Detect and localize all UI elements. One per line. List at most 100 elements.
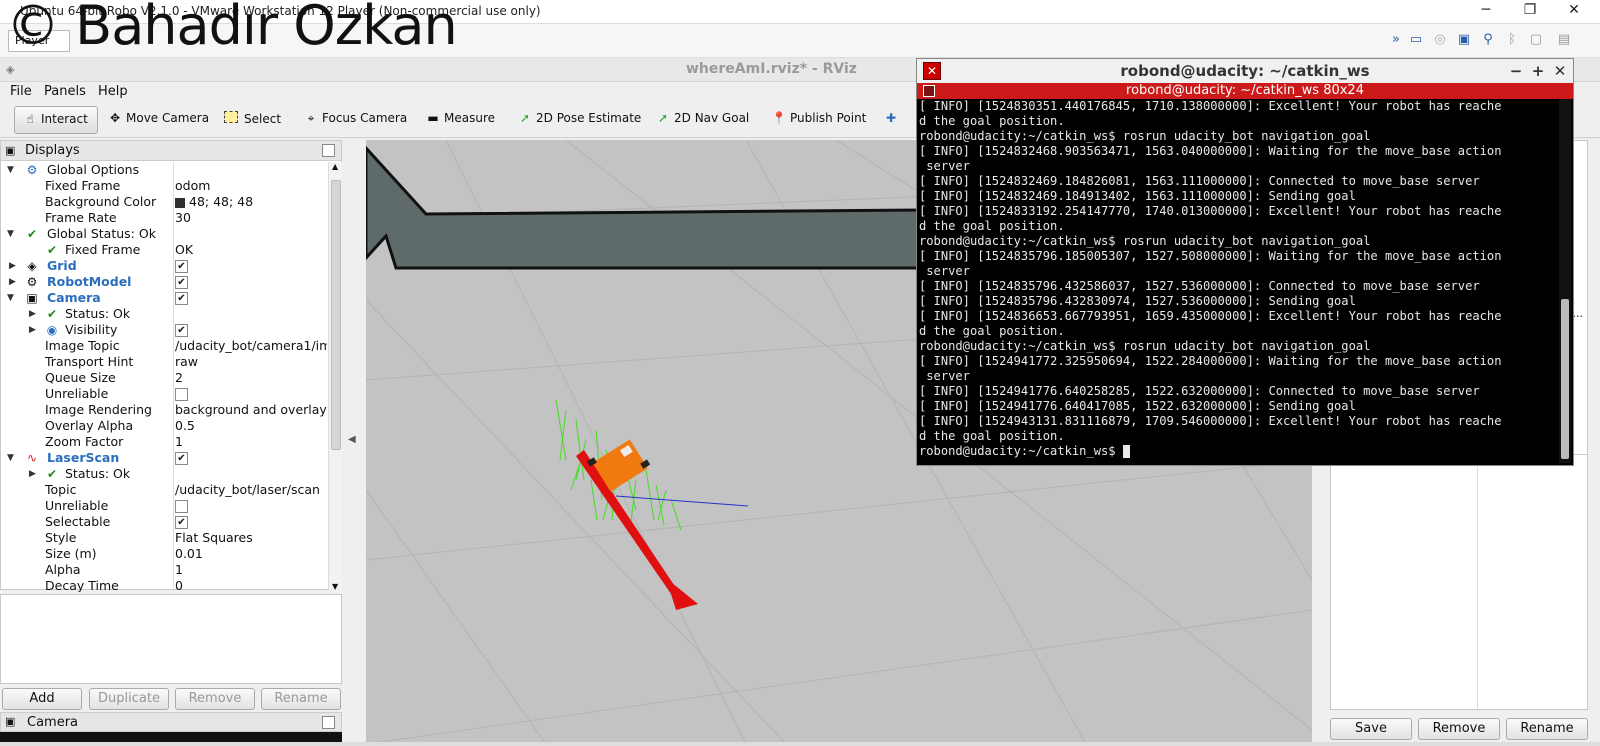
add-button[interactable]: Add: [2, 688, 82, 710]
terminal-output[interactable]: [ INFO] [1524830351.440176845, 1710.1380…: [917, 99, 1557, 463]
tree-row-image-rendering[interactable]: Image Rendering background and overlay: [1, 402, 327, 418]
overlay-alpha-value[interactable]: 0.5: [175, 418, 327, 434]
tree-row-overlay-alpha[interactable]: Overlay Alpha 0.5: [1, 418, 327, 434]
tree-row-laserscan[interactable]: ▼ ∿ LaserScan ✔: [1, 450, 327, 466]
terminal-tab[interactable]: robond@udacity: ~/catkin_ws 80x24: [917, 83, 1573, 99]
tree-row-style[interactable]: Style Flat Squares: [1, 530, 327, 546]
camera-undock-checkbox[interactable]: [322, 716, 335, 729]
terminal-minimize-icon[interactable]: −: [1505, 59, 1527, 83]
decay-time-value[interactable]: 0: [175, 578, 327, 592]
focus-camera-label: Focus Camera: [322, 111, 408, 125]
camera-checkbox[interactable]: ✔: [175, 292, 188, 305]
tree-row-background-color[interactable]: Background Color 48; 48; 48: [1, 194, 327, 210]
unreliable-checkbox[interactable]: [175, 388, 188, 401]
usb-icon[interactable]: ⚲: [1480, 32, 1496, 48]
grid-checkbox[interactable]: ✔: [175, 260, 188, 273]
tree-row-selectable[interactable]: Selectable ✔: [1, 514, 327, 530]
tree-row-camera-status[interactable]: ▶ ✔ Status: Ok: [1, 306, 327, 322]
size-value[interactable]: 0.01: [175, 546, 327, 562]
network-icon[interactable]: ▣: [1456, 32, 1472, 48]
tree-row-image-topic[interactable]: Image Topic/udacity_bot/camera1/im...: [1, 338, 327, 354]
tree-row-alpha[interactable]: Alpha 1: [1, 562, 327, 578]
move-camera-tool[interactable]: ✥ Move Camera: [100, 106, 215, 134]
message-icon[interactable]: ▤: [1556, 32, 1572, 48]
terminal-scrollbar[interactable]: [1559, 99, 1571, 463]
transport-hint-value[interactable]: raw: [175, 354, 327, 370]
tree-row-zoom-factor[interactable]: Zoom Factor 1: [1, 434, 327, 450]
fast-forward-icon[interactable]: »: [1388, 32, 1404, 48]
image-rendering-value[interactable]: background and overlay: [175, 402, 327, 418]
hard-disk-icon[interactable]: ▭: [1408, 32, 1424, 48]
menu-file[interactable]: File: [10, 84, 32, 99]
visibility-checkbox[interactable]: ✔: [175, 324, 188, 337]
nav-goal-tool[interactable]: ➚ 2D Nav Goal: [648, 106, 755, 134]
maximize-icon[interactable]: ❐: [1518, 2, 1542, 18]
remove-button[interactable]: Remove: [175, 688, 255, 710]
menu-panels[interactable]: Panels: [44, 84, 86, 99]
tree-row-decay-time[interactable]: Decay Time 0: [1, 578, 327, 592]
add-tool-icon[interactable]: ✚: [880, 106, 902, 134]
queue-size-value[interactable]: 2: [175, 370, 327, 386]
terminal-window[interactable]: ✕ robond@udacity: ~/catkin_ws − + ✕ robo…: [916, 58, 1574, 466]
tree-row-size[interactable]: Size (m) 0.01: [1, 546, 327, 562]
panel-splitter[interactable]: ◀: [342, 140, 364, 744]
menu-help[interactable]: Help: [98, 84, 128, 99]
collapse-left-icon[interactable]: ◀: [348, 434, 356, 445]
publish-point-tool[interactable]: 📍 Publish Point: [764, 106, 872, 134]
displays-scrollbar[interactable]: ▲ ▼: [328, 162, 342, 591]
ls-unreliable-checkbox[interactable]: [175, 500, 188, 513]
save-view-button[interactable]: Save: [1330, 718, 1412, 740]
pose-estimate-tool[interactable]: ➚ 2D Pose Estimate: [510, 106, 647, 134]
display-icon[interactable]: ▢: [1528, 32, 1544, 48]
tree-row-gs-fixed-frame[interactable]: ✔ Fixed Frame OK: [1, 242, 327, 258]
rename-button[interactable]: Rename: [261, 688, 341, 710]
duplicate-button[interactable]: Duplicate: [89, 688, 169, 710]
tree-row-robot-model[interactable]: ▶ ⚙ RobotModel ✔: [1, 274, 327, 290]
cd-icon[interactable]: ◎: [1432, 32, 1448, 48]
style-value[interactable]: Flat Squares: [175, 530, 327, 546]
measure-tool[interactable]: ▬ Measure: [418, 106, 501, 134]
tree-row-fixed-frame[interactable]: Fixed Frame odom: [1, 178, 327, 194]
laserscan-checkbox[interactable]: ✔: [175, 452, 188, 465]
tree-row-transport-hint[interactable]: Transport Hint raw: [1, 354, 327, 370]
fixed-frame-value[interactable]: odom: [175, 178, 327, 194]
background-color-field[interactable]: 48; 48; 48: [175, 194, 327, 210]
zoom-factor-value[interactable]: 1: [175, 434, 327, 450]
frame-rate-value[interactable]: 30: [175, 210, 327, 226]
bluetooth-icon[interactable]: ᛒ: [1504, 32, 1520, 48]
color-swatch: [175, 197, 185, 208]
topic-value[interactable]: /udacity_bot/laser/scan: [175, 482, 327, 498]
image-topic-value[interactable]: /udacity_bot/camera1/im...: [175, 338, 327, 354]
scroll-down-icon[interactable]: ▼: [332, 582, 338, 591]
robot-model-checkbox[interactable]: ✔: [175, 276, 188, 289]
alpha-value[interactable]: 1: [175, 562, 327, 578]
select-tool[interactable]: Select: [218, 106, 287, 134]
focus-camera-tool[interactable]: ⌖ Focus Camera: [296, 106, 413, 134]
tree-row-global-options[interactable]: ▼ ⚙ Global Options: [1, 162, 327, 178]
terminal-scrollbar-thumb[interactable]: [1561, 299, 1569, 459]
tree-row-grid[interactable]: ▶ ◈ Grid ✔: [1, 258, 327, 274]
scrollbar-thumb[interactable]: [331, 180, 341, 450]
selectable-checkbox[interactable]: ✔: [175, 516, 188, 529]
tree-row-global-status[interactable]: ▼ ✔ Global Status: Ok: [1, 226, 327, 242]
scroll-up-icon[interactable]: ▲: [332, 162, 338, 171]
minimize-icon[interactable]: ─: [1474, 2, 1498, 18]
tree-row-visibility[interactable]: ▶ ◉ Visibility ✔: [1, 322, 327, 338]
tree-row-frame-rate[interactable]: Frame Rate 30: [1, 210, 327, 226]
interact-tool[interactable]: ☝ Interact: [14, 106, 98, 134]
camera-icon: ▣: [26, 291, 38, 305]
tree-row-topic[interactable]: Topic/udacity_bot/laser/scan: [1, 482, 327, 498]
tree-row-unreliable[interactable]: Unreliable: [1, 386, 327, 402]
tree-row-ls-unreliable[interactable]: Unreliable: [1, 498, 327, 514]
tree-row-queue-size[interactable]: Queue Size 2: [1, 370, 327, 386]
terminal-maximize-icon[interactable]: +: [1527, 59, 1549, 83]
rename-view-button[interactable]: Rename: [1506, 718, 1588, 740]
terminal-line: robond@udacity:~/catkin_ws$ rosrun udaci…: [919, 234, 1371, 248]
remove-view-button[interactable]: Remove: [1418, 718, 1500, 740]
terminal-close-x-icon[interactable]: ✕: [1549, 59, 1571, 83]
tree-row-laserscan-status[interactable]: ▶ ✔ Status: Ok: [1, 466, 327, 482]
close-icon[interactable]: ✕: [1562, 2, 1586, 18]
terminal-close-icon[interactable]: ✕: [923, 62, 941, 80]
undock-checkbox[interactable]: [322, 144, 335, 157]
tree-row-camera[interactable]: ▼ ▣ Camera ✔: [1, 290, 327, 306]
